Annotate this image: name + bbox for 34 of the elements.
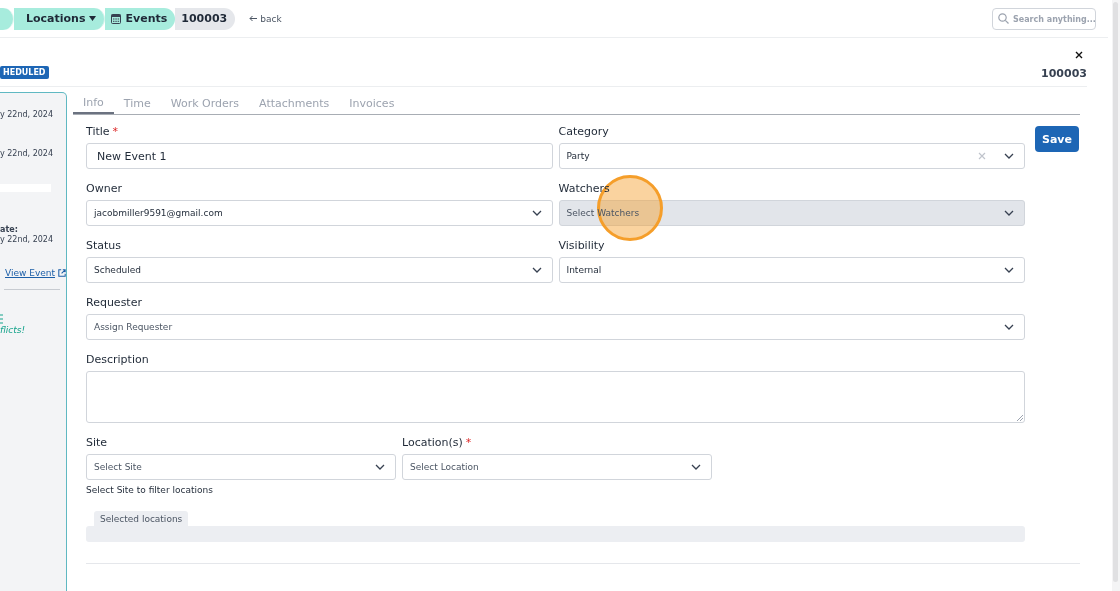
select-field[interactable]: Select Site [86, 454, 396, 480]
field-label: Category [558, 125, 609, 140]
required-mark: * [112, 125, 119, 140]
search-field[interactable]: Search anything... [992, 8, 1096, 31]
field-label: Location(s) [402, 436, 463, 451]
field-label: Status [86, 239, 122, 254]
save-button[interactable]: Save [1035, 126, 1079, 152]
view-event-link[interactable]: View Event [5, 268, 55, 278]
field-label: Title [86, 125, 110, 140]
select-field[interactable]: jacobmiller9591@gmail.com [86, 200, 553, 226]
select-field[interactable]: Scheduled [86, 257, 553, 283]
back-link[interactable]: back [249, 13, 282, 24]
field-label: Owner [86, 182, 122, 197]
select-field[interactable]: Select Location [402, 454, 712, 480]
record-id: 100003 [1041, 67, 1087, 80]
field-label: Requester [86, 296, 142, 311]
select-field[interactable]: Party [558, 143, 1025, 169]
breadcrumb-item[interactable]: Events [105, 7, 176, 30]
status-badge: HEDULED [0, 66, 49, 79]
select-field[interactable]: Assign Requester [86, 314, 1025, 340]
date-text: y 22nd, 2024 [0, 235, 55, 244]
breadcrumb-dropdown[interactable]: Locations [14, 7, 106, 30]
date-text: y 22nd, 2024 [0, 149, 55, 158]
helper-text: Select Site to filter locations [86, 485, 214, 495]
date-text: y 22nd, 2024 [0, 110, 55, 119]
conflict-note: flicts! [0, 325, 27, 335]
field-label: Site [86, 436, 108, 451]
breadcrumb-id: 100003 [175, 7, 236, 30]
select-field[interactable]: Internal [558, 257, 1025, 283]
field-label: Visibility [558, 239, 605, 254]
field-label: Description [86, 353, 149, 368]
date-label: ate: [0, 225, 19, 234]
title-input[interactable]: New Event 1 [86, 143, 553, 169]
required-mark: * [465, 436, 472, 451]
